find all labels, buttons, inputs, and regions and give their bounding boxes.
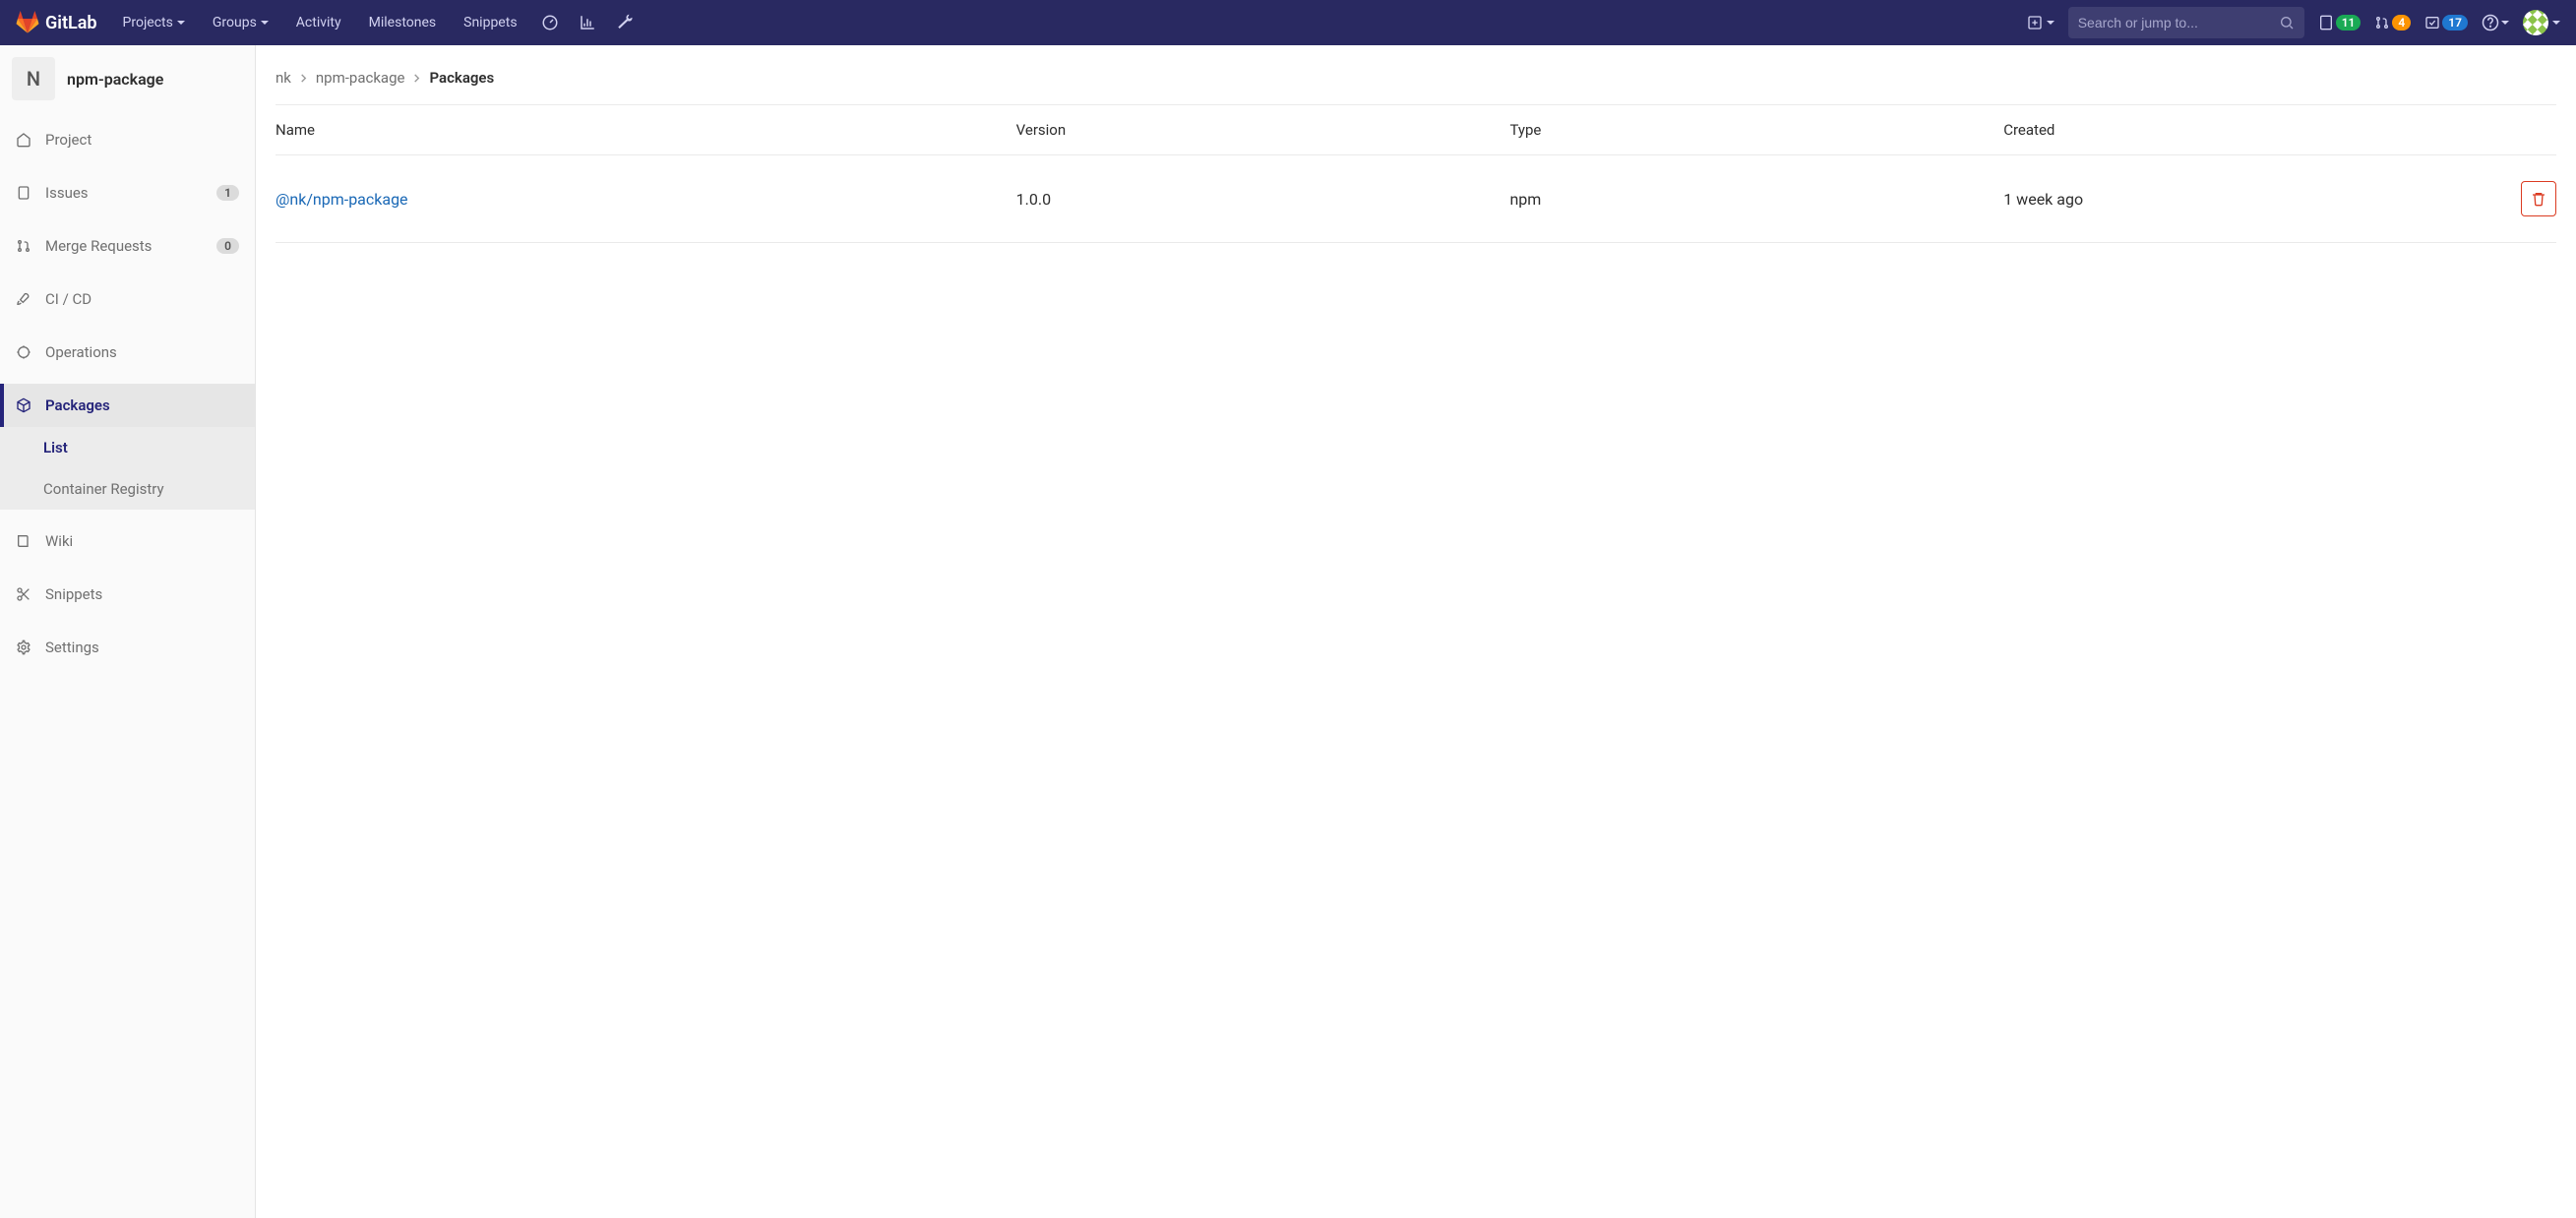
chevron-right-icon	[299, 69, 308, 87]
breadcrumb-current: Packages	[429, 69, 494, 87]
sidebar-sub-container-registry[interactable]: Container Registry	[0, 468, 255, 510]
todo-icon	[2424, 15, 2440, 30]
merge-request-icon	[2374, 15, 2390, 30]
merge-request-icon	[16, 238, 31, 254]
package-type: npm	[1509, 190, 2003, 209]
sidebar-sub-list[interactable]: List	[0, 427, 255, 468]
gear-icon	[16, 639, 31, 655]
issues-badge: 11	[2336, 15, 2361, 30]
package-icon	[16, 397, 31, 413]
chart-icon-button[interactable]	[571, 0, 604, 45]
breadcrumb-root[interactable]: nk	[276, 69, 291, 87]
user-menu[interactable]	[2523, 10, 2560, 35]
sidebar-item-packages[interactable]: Packages	[0, 384, 255, 427]
sidebar-item-cicd[interactable]: CI / CD	[0, 277, 255, 321]
col-header-created: Created	[2003, 121, 2497, 139]
nav-activity[interactable]: Activity	[284, 0, 353, 45]
tanuki-icon	[16, 11, 39, 34]
mr-count-chip: 0	[216, 238, 239, 254]
navbar-right-group: 11 4 17	[2027, 7, 2560, 38]
package-name-link[interactable]: @nk/npm-package	[276, 190, 1016, 209]
operations-icon	[16, 344, 31, 360]
help-dropdown[interactable]	[2482, 14, 2509, 31]
top-navbar: GitLab Projects Groups Activity Mileston…	[0, 0, 2576, 45]
sidebar-label: Settings	[45, 639, 99, 656]
project-sidebar: N npm-package Project Issues 1 Merge Req…	[0, 45, 256, 1218]
gauge-icon-button[interactable]	[533, 0, 567, 45]
issues-counter[interactable]: 11	[2318, 15, 2361, 30]
search-icon	[2279, 15, 2295, 30]
sidebar-item-settings[interactable]: Settings	[0, 626, 255, 669]
sidebar-item-wiki[interactable]: Wiki	[0, 519, 255, 563]
chevron-down-icon	[177, 21, 185, 29]
sidebar-item-issues[interactable]: Issues 1	[0, 171, 255, 214]
home-icon	[16, 132, 31, 148]
search-input[interactable]	[2078, 15, 2279, 30]
admin-wrench-button[interactable]	[608, 0, 642, 45]
sidebar-item-operations[interactable]: Operations	[0, 331, 255, 374]
project-name-label: npm-package	[67, 70, 163, 89]
issue-icon	[16, 185, 31, 201]
issues-count-chip: 1	[216, 185, 239, 201]
project-header[interactable]: N npm-package	[0, 45, 255, 118]
scissors-icon	[16, 586, 31, 602]
col-header-name: Name	[276, 121, 1016, 139]
sidebar-label: Operations	[45, 343, 117, 361]
rocket-icon	[16, 291, 31, 307]
project-avatar: N	[12, 57, 55, 100]
chevron-down-icon	[2501, 21, 2509, 29]
plus-square-icon	[2027, 15, 2043, 30]
sidebar-label: CI / CD	[45, 290, 92, 308]
col-header-version: Version	[1016, 121, 1510, 139]
packages-subnav: List Container Registry	[0, 427, 255, 510]
table-header-row: Name Version Type Created	[276, 105, 2556, 155]
packages-table: Name Version Type Created @nk/npm-packag…	[276, 105, 2556, 243]
question-circle-icon	[2482, 14, 2499, 31]
sidebar-item-project[interactable]: Project	[0, 118, 255, 161]
todos-counter[interactable]: 17	[2424, 15, 2468, 30]
trash-icon	[2531, 191, 2546, 207]
mr-badge: 4	[2392, 15, 2411, 30]
bar-chart-icon	[579, 14, 596, 31]
delete-package-button[interactable]	[2521, 181, 2556, 216]
sidebar-item-merge-requests[interactable]: Merge Requests 0	[0, 224, 255, 268]
todos-badge: 17	[2442, 15, 2468, 30]
wrench-icon	[616, 14, 634, 31]
navbar-left-group: GitLab Projects Groups Activity Mileston…	[16, 0, 642, 45]
sidebar-label: Project	[45, 131, 92, 149]
breadcrumb: nk npm-package Packages	[276, 61, 2556, 105]
sidebar-label: Wiki	[45, 532, 73, 550]
col-header-type: Type	[1509, 121, 2003, 139]
nav-snippets[interactable]: Snippets	[452, 0, 528, 45]
sidebar-label: Snippets	[45, 585, 102, 603]
sidebar-label: Merge Requests	[45, 237, 152, 255]
avatar-icon	[2523, 10, 2548, 35]
sidebar-item-snippets[interactable]: Snippets	[0, 573, 255, 616]
chevron-down-icon	[261, 21, 269, 29]
book-icon	[16, 533, 31, 549]
global-search[interactable]	[2068, 7, 2304, 38]
brand-label: GitLab	[45, 13, 97, 33]
nav-groups-label: Groups	[213, 15, 257, 30]
breadcrumb-project[interactable]: npm-package	[316, 69, 405, 87]
gauge-icon	[541, 14, 559, 31]
main-content: nk npm-package Packages Name Version Typ…	[256, 45, 2576, 1218]
nav-groups[interactable]: Groups	[201, 0, 280, 45]
issue-icon	[2318, 15, 2334, 30]
chevron-down-icon	[2552, 21, 2560, 29]
table-row: @nk/npm-package 1.0.0 npm 1 week ago	[276, 155, 2556, 243]
mr-counter[interactable]: 4	[2374, 15, 2411, 30]
package-version: 1.0.0	[1016, 190, 1510, 209]
chevron-right-icon	[412, 69, 421, 87]
gitlab-logo[interactable]: GitLab	[16, 11, 97, 34]
new-dropdown[interactable]	[2027, 15, 2055, 30]
package-created: 1 week ago	[2003, 190, 2497, 209]
sidebar-label: Packages	[45, 396, 110, 414]
nav-milestones[interactable]: Milestones	[357, 0, 449, 45]
nav-projects-label: Projects	[123, 15, 173, 30]
nav-projects[interactable]: Projects	[111, 0, 197, 45]
chevron-down-icon	[2047, 21, 2055, 29]
sidebar-label: Issues	[45, 184, 89, 202]
